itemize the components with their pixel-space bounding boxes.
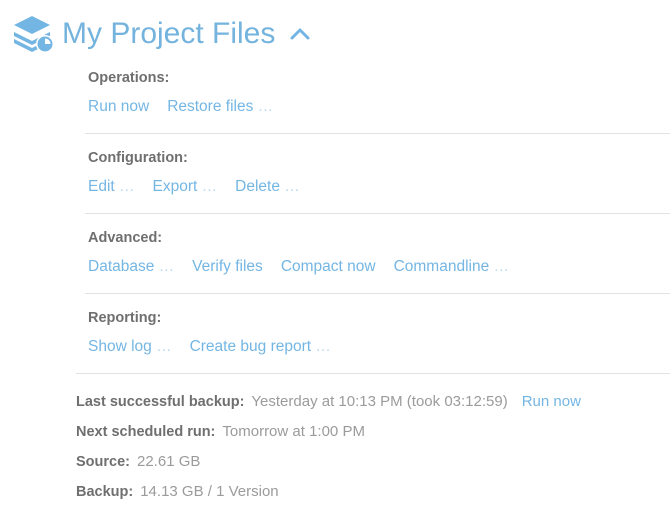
link-text: Commandline [393,258,490,275]
backup-job-panel: My Project Files Operations: Run now Rest… [0,0,670,523]
status-value: 14.13 GB / 1 Version [140,483,279,500]
status-label: Next scheduled run: [76,424,216,440]
backup-status-block: Last successful backup: Yesterday at 10:1… [76,373,670,507]
status-label: Last successful backup: [76,394,245,410]
section-advanced: Advanced: Database … Verify files Compact … [85,213,670,293]
section-links-operations: Run now Restore files … [88,90,670,133]
compact-now-link[interactable]: Compact now [281,258,376,275]
status-run-now-link[interactable]: Run now [522,393,581,410]
status-value: 22.61 GB [137,453,201,470]
section-links-advanced: Database … Verify files Compact now Command… [88,250,670,293]
section-operations: Operations: Run now Restore files … [88,54,670,133]
restore-files-link[interactable]: Restore files … [167,98,273,115]
create-bug-report-link[interactable]: Create bug report … [190,338,331,355]
ellipsis: … [151,338,172,355]
page-title: My Project Files [62,17,276,50]
link-text: Edit [88,178,115,195]
section-links-reporting: Show log … Create bug report … [88,330,670,373]
ellipsis: … [311,338,331,355]
link-text: Show log [88,338,152,355]
status-row-source: Source: 22.61 GB [76,447,670,477]
show-log-link[interactable]: Show log … [88,338,172,355]
ellipsis: … [253,98,274,115]
ellipsis: … [114,178,135,195]
section-links-configuration: Edit … Export … Delete … [88,170,670,213]
section-reporting: Reporting: Show log … Create bug report … [85,293,670,373]
link-text: Database [88,258,155,275]
status-value: Tomorrow at 1:00 PM [222,423,365,440]
section-label-operations: Operations: [88,70,170,86]
layers-clock-icon [10,12,56,56]
ellipsis: … [279,178,300,195]
status-value: Yesterday at 10:13 PM (took 03:12:59) [251,393,508,410]
delete-link[interactable]: Delete … [235,178,300,195]
link-text: Compact now [280,258,376,275]
link-text: Verify files [192,258,263,275]
section-label-configuration: Configuration: [88,150,188,166]
export-link[interactable]: Export … [153,178,218,195]
link-text: Export [152,178,198,195]
verify-files-link[interactable]: Verify files [192,258,263,275]
commandline-link[interactable]: Commandline … [394,258,509,275]
section-label-advanced: Advanced: [88,230,163,246]
status-row-backup: Backup: 14.13 GB / 1 Version [76,477,670,507]
chevron-up-icon[interactable] [287,21,313,47]
status-row-next-run: Next scheduled run: Tomorrow at 1:00 PM [76,417,670,447]
link-text: Restore files [167,98,254,115]
sections-container: Operations: Run now Restore files … Confi… [0,54,670,507]
link-text: Delete [235,178,280,195]
database-link[interactable]: Database … [88,258,174,275]
edit-link[interactable]: Edit … [88,178,135,195]
status-label: Backup: [76,484,134,500]
section-label-reporting: Reporting: [88,310,162,326]
ellipsis: … [489,258,510,275]
link-text: Run now [88,98,150,115]
ellipsis: … [154,258,175,275]
ellipsis: … [197,178,218,195]
status-row-last-backup: Last successful backup: Yesterday at 10:1… [76,387,670,417]
run-now-link[interactable]: Run now [88,98,149,115]
panel-header[interactable]: My Project Files [0,0,670,54]
link-text: Create bug report [189,338,312,355]
status-label: Source: [76,454,130,470]
section-configuration: Configuration: Edit … Export … Delete … [85,133,670,213]
status-rows: Last successful backup: Yesterday at 10:1… [76,374,670,507]
